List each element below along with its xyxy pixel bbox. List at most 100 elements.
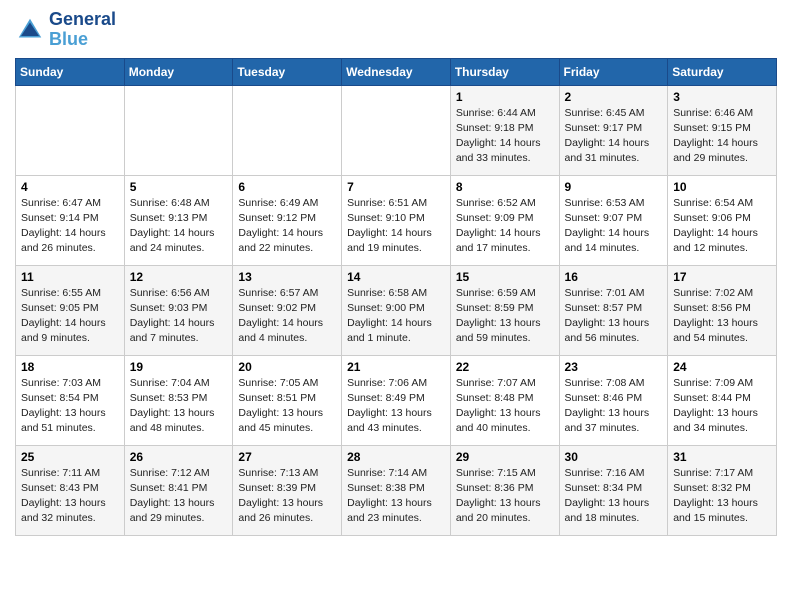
day-number: 2 [565, 90, 663, 104]
calendar-cell: 20 Sunrise: 7:05 AM Sunset: 8:51 PM Dayli… [233, 355, 342, 445]
day-info: Sunrise: 6:55 AM Sunset: 9:05 PM Dayligh… [21, 286, 119, 347]
calendar-cell: 11Sunrise: 6:55 AM Sunset: 9:05 PM Dayli… [16, 265, 125, 355]
weekday-wednesday: Wednesday [342, 58, 451, 85]
calendar-table: SundayMondayTuesdayWednesdayThursdayFrid… [15, 58, 777, 536]
calendar-cell: 10 Sunrise: 6:54 AM Sunset: 9:06 PM Dayli… [668, 175, 777, 265]
day-info: Sunrise: 6:52 AM Sunset: 9:09 PM Dayligh… [456, 196, 554, 257]
day-info: Sunrise: 7:12 AM Sunset: 8:41 PM Dayligh… [130, 466, 228, 527]
logo: General Blue [15, 10, 116, 50]
calendar-cell: 29Sunrise: 7:15 AM Sunset: 8:36 PM Dayli… [450, 445, 559, 535]
calendar-cell: 6 Sunrise: 6:49 AM Sunset: 9:12 PM Daylig… [233, 175, 342, 265]
day-number: 4 [21, 180, 119, 194]
calendar-cell: 22 Sunrise: 7:07 AM Sunset: 8:48 PM Dayli… [450, 355, 559, 445]
calendar-cell: 7 Sunrise: 6:51 AM Sunset: 9:10 PM Daylig… [342, 175, 451, 265]
calendar-cell: 16 Sunrise: 7:01 AM Sunset: 8:57 PM Dayli… [559, 265, 668, 355]
day-info: Sunrise: 7:04 AM Sunset: 8:53 PM Dayligh… [130, 376, 228, 437]
day-info: Sunrise: 6:48 AM Sunset: 9:13 PM Dayligh… [130, 196, 228, 257]
calendar-cell: 4 Sunrise: 6:47 AM Sunset: 9:14 PM Daylig… [16, 175, 125, 265]
week-row-5: 25Sunrise: 7:11 AM Sunset: 8:43 PM Dayli… [16, 445, 777, 535]
weekday-saturday: Saturday [668, 58, 777, 85]
day-info: Sunrise: 6:49 AM Sunset: 9:12 PM Dayligh… [238, 196, 336, 257]
calendar-cell [342, 85, 451, 175]
day-info: Sunrise: 7:16 AM Sunset: 8:34 PM Dayligh… [565, 466, 663, 527]
calendar-cell [233, 85, 342, 175]
day-number: 24 [673, 360, 771, 374]
calendar-cell: 28 Sunrise: 7:14 AM Sunset: 8:38 PM Dayli… [342, 445, 451, 535]
day-number: 29 [456, 450, 554, 464]
calendar-cell: 14 Sunrise: 6:58 AM Sunset: 9:00 PM Dayli… [342, 265, 451, 355]
day-number: 19 [130, 360, 228, 374]
day-info: Sunrise: 6:47 AM Sunset: 9:14 PM Dayligh… [21, 196, 119, 257]
calendar-cell: 30 Sunrise: 7:16 AM Sunset: 8:34 PM Dayli… [559, 445, 668, 535]
day-number: 9 [565, 180, 663, 194]
day-info: Sunrise: 6:44 AM Sunset: 9:18 PM Dayligh… [456, 106, 554, 167]
day-info: Sunrise: 7:02 AM Sunset: 8:56 PM Dayligh… [673, 286, 771, 347]
day-info: Sunrise: 7:13 AM Sunset: 8:39 PM Dayligh… [238, 466, 336, 527]
day-info: Sunrise: 6:46 AM Sunset: 9:15 PM Dayligh… [673, 106, 771, 167]
day-number: 10 [673, 180, 771, 194]
week-row-2: 4 Sunrise: 6:47 AM Sunset: 9:14 PM Daylig… [16, 175, 777, 265]
day-number: 15 [456, 270, 554, 284]
day-info: Sunrise: 6:54 AM Sunset: 9:06 PM Dayligh… [673, 196, 771, 257]
day-info: Sunrise: 7:01 AM Sunset: 8:57 PM Dayligh… [565, 286, 663, 347]
week-row-3: 11Sunrise: 6:55 AM Sunset: 9:05 PM Dayli… [16, 265, 777, 355]
day-number: 28 [347, 450, 445, 464]
day-info: Sunrise: 6:59 AM Sunset: 8:59 PM Dayligh… [456, 286, 554, 347]
day-info: Sunrise: 6:51 AM Sunset: 9:10 PM Dayligh… [347, 196, 445, 257]
weekday-friday: Friday [559, 58, 668, 85]
day-number: 22 [456, 360, 554, 374]
day-info: Sunrise: 7:07 AM Sunset: 8:48 PM Dayligh… [456, 376, 554, 437]
day-number: 14 [347, 270, 445, 284]
day-info: Sunrise: 6:53 AM Sunset: 9:07 PM Dayligh… [565, 196, 663, 257]
day-info: Sunrise: 6:58 AM Sunset: 9:00 PM Dayligh… [347, 286, 445, 347]
day-number: 16 [565, 270, 663, 284]
calendar-cell: 17 Sunrise: 7:02 AM Sunset: 8:56 PM Dayli… [668, 265, 777, 355]
calendar-body: 1 Sunrise: 6:44 AM Sunset: 9:18 PM Daylig… [16, 85, 777, 535]
day-number: 21 [347, 360, 445, 374]
day-info: Sunrise: 7:05 AM Sunset: 8:51 PM Dayligh… [238, 376, 336, 437]
day-info: Sunrise: 7:08 AM Sunset: 8:46 PM Dayligh… [565, 376, 663, 437]
calendar-header: SundayMondayTuesdayWednesdayThursdayFrid… [16, 58, 777, 85]
calendar-cell: 3 Sunrise: 6:46 AM Sunset: 9:15 PM Daylig… [668, 85, 777, 175]
calendar-cell [16, 85, 125, 175]
day-number: 23 [565, 360, 663, 374]
calendar-cell: 24 Sunrise: 7:09 AM Sunset: 8:44 PM Dayli… [668, 355, 777, 445]
calendar-cell: 15 Sunrise: 6:59 AM Sunset: 8:59 PM Dayli… [450, 265, 559, 355]
calendar-cell: 26 Sunrise: 7:12 AM Sunset: 8:41 PM Dayli… [124, 445, 233, 535]
day-number: 13 [238, 270, 336, 284]
calendar-cell: 5Sunrise: 6:48 AM Sunset: 9:13 PM Daylig… [124, 175, 233, 265]
day-info: Sunrise: 7:09 AM Sunset: 8:44 PM Dayligh… [673, 376, 771, 437]
day-number: 30 [565, 450, 663, 464]
day-number: 18 [21, 360, 119, 374]
day-number: 6 [238, 180, 336, 194]
week-row-1: 1 Sunrise: 6:44 AM Sunset: 9:18 PM Daylig… [16, 85, 777, 175]
calendar-cell: 18 Sunrise: 7:03 AM Sunset: 8:54 PM Dayli… [16, 355, 125, 445]
calendar-cell: 25Sunrise: 7:11 AM Sunset: 8:43 PM Dayli… [16, 445, 125, 535]
day-info: Sunrise: 7:14 AM Sunset: 8:38 PM Dayligh… [347, 466, 445, 527]
weekday-thursday: Thursday [450, 58, 559, 85]
day-number: 7 [347, 180, 445, 194]
calendar-cell: 21 Sunrise: 7:06 AM Sunset: 8:49 PM Dayli… [342, 355, 451, 445]
day-info: Sunrise: 7:06 AM Sunset: 8:49 PM Dayligh… [347, 376, 445, 437]
day-number: 27 [238, 450, 336, 464]
weekday-sunday: Sunday [16, 58, 125, 85]
day-number: 17 [673, 270, 771, 284]
calendar-cell: 13Sunrise: 6:57 AM Sunset: 9:02 PM Dayli… [233, 265, 342, 355]
day-number: 31 [673, 450, 771, 464]
day-number: 20 [238, 360, 336, 374]
day-info: Sunrise: 7:03 AM Sunset: 8:54 PM Dayligh… [21, 376, 119, 437]
calendar-cell: 1 Sunrise: 6:44 AM Sunset: 9:18 PM Daylig… [450, 85, 559, 175]
day-number: 3 [673, 90, 771, 104]
day-number: 8 [456, 180, 554, 194]
day-info: Sunrise: 6:56 AM Sunset: 9:03 PM Dayligh… [130, 286, 228, 347]
weekday-header-row: SundayMondayTuesdayWednesdayThursdayFrid… [16, 58, 777, 85]
day-info: Sunrise: 7:11 AM Sunset: 8:43 PM Dayligh… [21, 466, 119, 527]
calendar-cell: 9 Sunrise: 6:53 AM Sunset: 9:07 PM Daylig… [559, 175, 668, 265]
calendar-cell [124, 85, 233, 175]
calendar-cell: 23 Sunrise: 7:08 AM Sunset: 8:46 PM Dayli… [559, 355, 668, 445]
day-number: 26 [130, 450, 228, 464]
weekday-monday: Monday [124, 58, 233, 85]
day-number: 1 [456, 90, 554, 104]
calendar-cell: 2Sunrise: 6:45 AM Sunset: 9:17 PM Daylig… [559, 85, 668, 175]
weekday-tuesday: Tuesday [233, 58, 342, 85]
